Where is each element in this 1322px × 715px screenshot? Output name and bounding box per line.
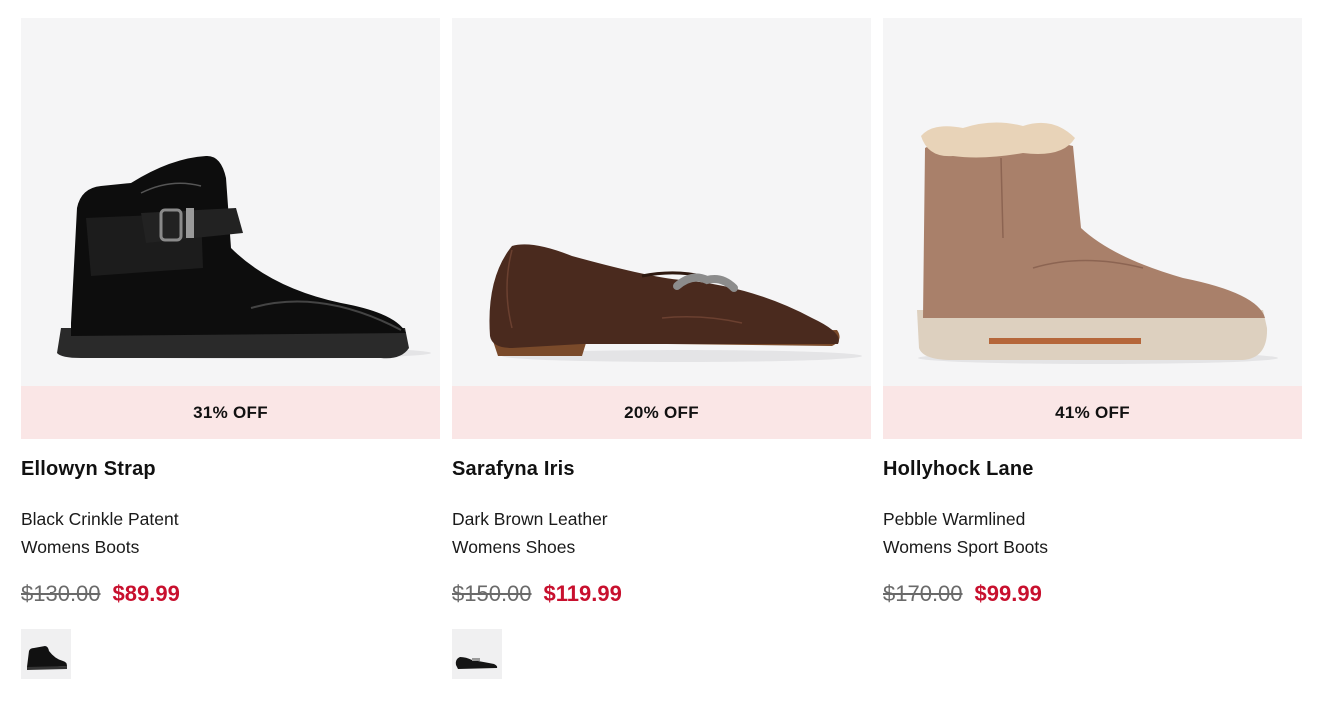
product-image[interactable]	[21, 18, 440, 386]
sale-price: $99.99	[974, 581, 1042, 606]
loafer-swatch-icon	[455, 657, 498, 669]
sale-price: $89.99	[112, 581, 180, 606]
product-name[interactable]: Hollyhock Lane	[883, 457, 1302, 481]
black-ankle-boot-image	[57, 155, 431, 359]
discount-badge: 41% OFF	[883, 386, 1302, 439]
product-card: 31% OFF Ellowyn Strap Black Crinkle Pate…	[21, 18, 440, 679]
product-category: Womens Sport Boots	[883, 537, 1049, 557]
sale-price: $119.99	[543, 581, 622, 606]
product-grid: 31% OFF Ellowyn Strap Black Crinkle Pate…	[21, 18, 1302, 679]
product-color: Pebble Warmlined	[883, 509, 1026, 529]
color-swatch[interactable]	[452, 629, 502, 679]
product-color: Black Crinkle Patent	[21, 509, 179, 529]
product-description: Dark Brown Leather Womens Shoes	[452, 505, 871, 561]
original-price: $130.00	[21, 581, 101, 606]
product-color: Dark Brown Leather	[452, 509, 608, 529]
black-ankle-boot-swatch-icon	[27, 646, 67, 670]
product-description: Black Crinkle Patent Womens Boots	[21, 505, 440, 561]
original-price: $150.00	[452, 581, 532, 606]
color-swatch[interactable]	[21, 629, 71, 679]
product-card: 41% OFF Hollyhock Lane Pebble Warmlined …	[883, 18, 1302, 679]
discount-badge: 20% OFF	[452, 386, 871, 439]
product-category: Womens Shoes	[452, 537, 576, 557]
discount-badge: 31% OFF	[21, 386, 440, 439]
product-image[interactable]	[452, 18, 871, 386]
product-card: 20% OFF Sarafyna Iris Dark Brown Leather…	[452, 18, 871, 679]
original-price: $170.00	[883, 581, 963, 606]
product-name[interactable]: Sarafyna Iris	[452, 457, 871, 481]
price-row: $170.00 $99.99	[883, 581, 1302, 607]
product-description: Pebble Warmlined Womens Sport Boots	[883, 505, 1302, 561]
product-category: Womens Boots	[21, 537, 140, 557]
price-row: $150.00 $119.99	[452, 581, 871, 607]
brown-loafer-image	[489, 244, 862, 362]
product-name[interactable]: Ellowyn Strap	[21, 457, 440, 481]
product-image[interactable]	[883, 18, 1302, 386]
tan-warmlined-boot-image	[917, 122, 1278, 364]
price-row: $130.00 $89.99	[21, 581, 440, 607]
